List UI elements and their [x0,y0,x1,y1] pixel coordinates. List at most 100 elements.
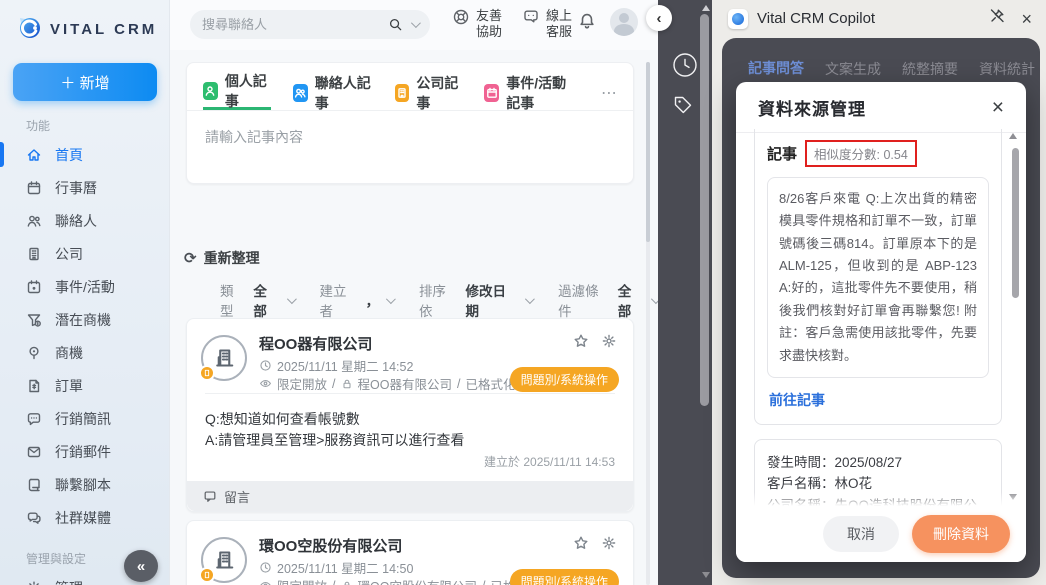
cancel-button[interactable]: 取消 [823,516,899,552]
filter-type-dropdown[interactable]: 類型 全部 [220,280,293,320]
building-icon [395,84,410,102]
modal-footer: 取消 刪除資料 [736,506,1026,562]
funnel-icon [26,312,42,328]
separator: / [332,377,335,391]
sidebar-item-company[interactable]: 公司 [0,237,169,270]
comment-bubble-icon [203,489,217,503]
refresh-button[interactable]: ⟳ 重新整理 [184,248,260,268]
go-to-note-link[interactable]: 前往記事 [769,390,987,410]
new-button[interactable]: ＋ 新增 [13,63,157,101]
comment-button[interactable]: 留言 [187,481,633,511]
copilot-logo-icon [728,9,748,29]
search-icon[interactable] [388,17,403,32]
lock-icon [341,378,353,390]
sidebar-item-email[interactable]: 行銷郵件 [0,435,169,468]
more-tabs-icon[interactable]: ⋯ [601,83,617,103]
search-options-chevron-icon[interactable] [411,18,421,28]
sidebar-item-label: 社群媒體 [55,508,111,528]
star-icon[interactable] [573,535,589,556]
filter-sort-dropdown[interactable]: 排序依 修改日期 [419,280,532,320]
search-bar[interactable] [190,10,430,39]
home-icon [26,147,42,163]
card-time: 2025/11/11 星期二 14:52 [277,356,413,375]
tab-label: 事件/活動記事 [506,73,579,113]
sidebar-collapse-button[interactable]: « [124,550,158,582]
clock-icon [259,359,272,372]
sidebar-item-opportunity[interactable]: 商機 [0,336,169,369]
user-avatar[interactable] [610,8,638,36]
sidebar-item-social[interactable]: 社群媒體 [0,501,169,534]
filter-label: 排序依 [419,280,459,320]
category-badge: 問題別/系統操作 [510,569,619,585]
tab-company-note[interactable]: 公司記事 [395,75,463,110]
filter-creator-dropdown[interactable]: 建立者 ， [319,280,392,320]
card-title[interactable]: 環OO空股份有限公司 [259,535,402,556]
sidebar-item-label: 行事曆 [55,178,97,198]
copilot-close-icon[interactable]: × [1021,10,1032,28]
copilot-panel: Vital CRM Copilot × 記事問答 文案生成 統整摘要 資料統計 … [712,0,1046,585]
scroll-down-arrow[interactable] [702,572,710,578]
company-avatar[interactable] [201,537,247,583]
feed-scrollbar-thumb[interactable] [646,62,650,242]
card-title[interactable]: 程OO器有限公司 [259,333,372,354]
sidebar-item-orders[interactable]: 訂單 [0,369,169,402]
star-icon[interactable] [573,333,589,354]
brand-logo-row[interactable]: VITAL CRM [0,0,169,45]
card-created-at: 建立於 2025/11/11 14:53 [484,453,615,470]
notification-bell-icon[interactable] [578,12,596,35]
modal-content: 記事 相似度分數: 0.54 8/26客戶來電 Q:上次出貨的精密模具零件規格和… [736,129,1026,506]
card-settings-gear-icon[interactable] [601,333,617,354]
refresh-icon: ⟳ [184,249,197,267]
sidebar-item-label: 管理 [55,578,83,585]
sidebar-item-home[interactable]: 首頁 [0,138,169,171]
copilot-title: Vital CRM Copilot [757,10,875,27]
chevron-down-icon [525,294,535,304]
refresh-label: 重新整理 [204,248,260,268]
sidebar-item-events[interactable]: 事件/活動 [0,270,169,303]
people-icon [293,84,308,102]
company-avatar[interactable] [201,335,247,381]
data-source-modal: 資料來源管理 × 記事 相似度分數: 0.54 8/26客戶來電 Q:上次出貨的… [736,82,1026,562]
panel-scrollbar-thumb[interactable] [700,14,709,406]
tab-personal-note[interactable]: 個人記事 [203,75,271,110]
note-text: 8/26客戶來電 Q:上次出貨的精密模具零件規格和訂單不一致，訂單號碼後三碼81… [779,188,977,367]
quick-tools-strip [658,0,712,585]
sidebar-item-label: 公司 [55,244,83,264]
tag-icon[interactable] [672,94,694,121]
building-icon [26,246,42,262]
sidebar-item-contacts[interactable]: 聯絡人 [0,204,169,237]
scroll-up-arrow[interactable] [702,5,710,11]
modal-close-icon[interactable]: × [992,97,1004,118]
comment-label: 留言 [224,487,250,506]
card-settings-gear-icon[interactable] [601,535,617,556]
delete-data-button[interactable]: 刪除資料 [912,515,1010,553]
sidebar-item-sms[interactable]: 行銷簡訊 [0,402,169,435]
note-input[interactable]: 請輸入記事內容 [187,111,633,147]
category-badge: 問題別/系統操作 [510,367,619,392]
sidebar-item-label: 聯繫腳本 [55,475,111,495]
sidebar-item-scripts[interactable]: 聯繫腳本 [0,468,169,501]
friendly-help-button[interactable]: 友善協助 [452,8,502,41]
tab-event-note[interactable]: 事件/活動記事 [484,75,579,110]
modal-header: 資料來源管理 × [736,82,1026,133]
online-service-button[interactable]: 線上客服 [522,8,572,41]
feed-card-company-note: 程OO器有限公司 2025/11/11 星期二 14:52 限定開放 / 程OO… [186,318,634,512]
eye-icon [259,579,272,585]
sidebar-item-leads[interactable]: 潛在商機 [0,303,169,336]
similarity-score-box: 相似度分數: 0.54 [805,140,917,167]
history-clock-icon[interactable] [672,52,698,83]
filter-value: 修改日期 [465,280,518,320]
sidebar-item-calendar[interactable]: 行事曆 [0,171,169,204]
gear-icon [26,580,42,585]
unpin-icon[interactable] [989,8,1005,29]
tab-contact-note[interactable]: 聯絡人記事 [293,75,373,110]
separator: / [332,579,335,585]
search-input[interactable] [202,17,380,32]
filter-condition-dropdown[interactable]: 過濾條件 全部 [558,280,658,320]
main-area: 友善協助 線上客服 首頁 動態消息 儀表板 個人記事 [170,0,658,585]
help-label-1: 友善 [476,8,502,24]
modal-scrollbar-thumb[interactable] [1012,148,1019,298]
right-panel-toggle-button[interactable]: ‹ [646,5,672,31]
filter-label: 過濾條件 [558,280,611,320]
modal-scroll-up-arrow[interactable] [1009,133,1017,139]
